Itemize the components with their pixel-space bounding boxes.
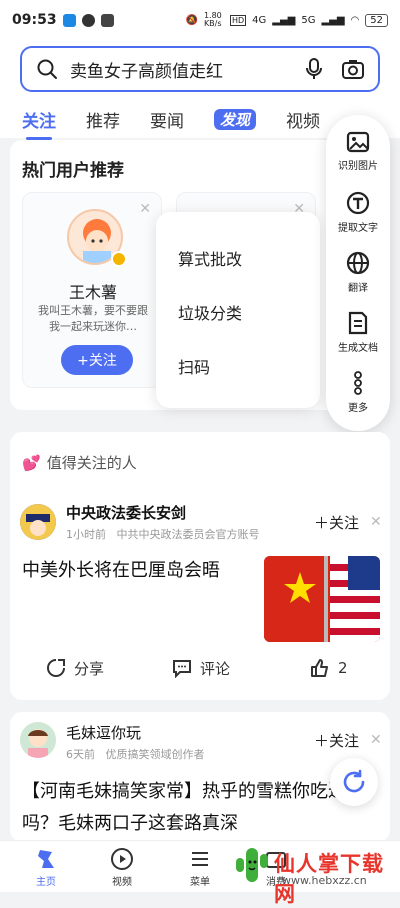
send-icon: [100, 13, 114, 27]
nav-video[interactable]: 视频: [92, 847, 152, 888]
wifi-icon: ◠: [350, 14, 360, 26]
thumbs-up-icon: [311, 659, 328, 677]
side-item-generate-doc[interactable]: 生成文档: [326, 311, 390, 354]
menu-item-math-check[interactable]: 算式批改: [178, 246, 242, 270]
like-button[interactable]: 2: [310, 658, 348, 678]
nav-home[interactable]: 主页: [16, 847, 76, 888]
like-count: 2: [338, 659, 348, 677]
microphone-icon[interactable]: [304, 57, 324, 81]
mute-icon: 🔕: [185, 14, 198, 26]
avatar[interactable]: [20, 504, 56, 540]
nav-label: 主页: [36, 877, 56, 888]
follow-label: 关注: [329, 732, 360, 750]
side-item-label: 翻译: [348, 283, 368, 294]
image-icon: [346, 131, 370, 153]
net-speed: 1.80 KB/s: [203, 11, 222, 28]
home-icon: [38, 850, 54, 868]
post-time: 1小时前: [66, 528, 106, 541]
nav-label: 菜单: [190, 877, 210, 888]
play-icon: [111, 848, 133, 870]
follow-button[interactable]: ＋关注: [314, 512, 359, 533]
nav-label: 视频: [112, 877, 132, 888]
side-item-translate[interactable]: 翻译: [326, 251, 390, 294]
menu-item-scan[interactable]: 扫码: [178, 354, 210, 378]
post-thumbnail[interactable]: [264, 556, 380, 642]
nav-menu[interactable]: 菜单: [170, 847, 230, 888]
globe-icon: [346, 251, 370, 275]
post-time: 6天前: [66, 748, 95, 761]
network-4g: 4G: [252, 14, 267, 26]
watermark-url: www.hebxzz.cn: [282, 874, 367, 887]
avatar[interactable]: [20, 722, 56, 758]
post-author[interactable]: 中央政法委长安剑: [66, 502, 186, 523]
post-headline[interactable]: 中美外长将在巴厘岛会晤: [22, 556, 220, 582]
text-extract-icon: [346, 191, 370, 215]
side-item-recognize-image[interactable]: 识别图片: [326, 131, 390, 172]
tab-recommend[interactable]: 推荐: [86, 107, 120, 132]
close-icon[interactable]: ✕: [370, 732, 382, 748]
signal-icon: ▂▄▆: [272, 14, 296, 26]
search-icon: [37, 59, 57, 79]
menu-item-garbage-sort[interactable]: 垃圾分类: [178, 300, 242, 324]
side-item-label: 更多: [348, 403, 368, 414]
refresh-button[interactable]: [330, 758, 378, 806]
side-item-extract-text[interactable]: 提取文字: [326, 191, 390, 234]
comment-button[interactable]: 评论: [172, 658, 230, 679]
side-tool-menu: 识别图片 提取文字 翻译 生成文档 更多: [326, 115, 390, 431]
close-icon[interactable]: ✕: [370, 514, 382, 530]
follow-button[interactable]: ＋关注: [314, 730, 359, 751]
search-query[interactable]: 卖鱼女子高颜值走红: [70, 57, 304, 82]
side-item-label: 生成文档: [338, 343, 378, 354]
close-icon[interactable]: ✕: [139, 201, 151, 217]
comment-label: 评论: [200, 659, 231, 678]
comment-icon: [173, 660, 191, 678]
user-name: 王木薯: [68, 283, 117, 302]
refresh-icon: [343, 769, 365, 793]
post-headline[interactable]: 【河南毛妹搞笑家常】热乎的雪糕你吃过吗？毛妹两口子这套路真深: [22, 776, 378, 840]
menu-icon: [192, 852, 208, 866]
post-meta: 6天前 优质搞笑领域创作者: [66, 746, 205, 762]
post-source: 中共中央政法委员会官方账号: [116, 528, 260, 541]
verified-badge-icon: [111, 251, 127, 267]
more-icon: [354, 371, 362, 395]
heart-hand-icon: 💕: [22, 453, 41, 472]
status-bar: 09:53 🔕 1.80 KB/s HD 4G ▂▄▆ 5G ▂▄▆ ◠ 52: [0, 0, 400, 40]
tab-follow[interactable]: 关注: [22, 107, 56, 140]
tab-discover[interactable]: 发现: [214, 108, 257, 130]
network-5g: 5G: [301, 14, 316, 26]
search-box[interactable]: 卖鱼女子高颜值走红: [20, 46, 380, 92]
side-item-label: 提取文字: [338, 223, 378, 234]
section-title: 热门用户推荐: [22, 161, 124, 181]
hd-icon: HD: [229, 14, 247, 26]
camera-icon[interactable]: [342, 59, 364, 79]
share-icon: [47, 659, 65, 677]
user-description: 我叫王木薯，要不要跟我一起来玩迷你…: [38, 304, 148, 333]
follow-label: 关注: [329, 514, 360, 532]
follow-section-card: 💕 值得关注的人 中央政法委长安剑 1小时前 中共中央政法委员会官方账号 ＋关注…: [10, 432, 390, 700]
user-card[interactable]: ✕ 王木薯 我叫王木薯，要不要跟我一起来玩迷你… +关注: [22, 192, 162, 388]
post-author[interactable]: 毛妹逗你玩: [66, 722, 141, 743]
post-actions: 分享 评论 2: [10, 648, 390, 688]
watermark: 仙人掌下载网 www.hebxzz.cn: [232, 842, 400, 906]
share-button[interactable]: 分享: [46, 658, 104, 679]
share-label: 分享: [74, 659, 105, 678]
section-heading: 💕 值得关注的人: [22, 452, 137, 473]
post-source: 优质搞笑领域创作者: [105, 748, 205, 761]
cactus-logo-icon: [236, 848, 268, 882]
tab-news[interactable]: 要闻: [150, 107, 184, 132]
popup-menu: 算式批改 垃圾分类 扫码: [156, 212, 320, 408]
app-notification-icon: [81, 13, 95, 27]
side-item-label: 识别图片: [338, 161, 378, 172]
tab-video[interactable]: 视频: [286, 107, 320, 132]
battery-indicator: 52: [365, 13, 388, 27]
app-notification-icon: [62, 13, 76, 27]
status-time: 09:53: [12, 12, 57, 28]
post-meta: 1小时前 中共中央政法委员会官方账号: [66, 526, 260, 542]
follow-button[interactable]: +关注: [61, 345, 133, 375]
section-title: 值得关注的人: [46, 454, 137, 472]
document-icon: [348, 311, 368, 335]
side-item-more[interactable]: 更多: [326, 371, 390, 414]
signal-icon: ▂▄▆: [321, 14, 345, 26]
